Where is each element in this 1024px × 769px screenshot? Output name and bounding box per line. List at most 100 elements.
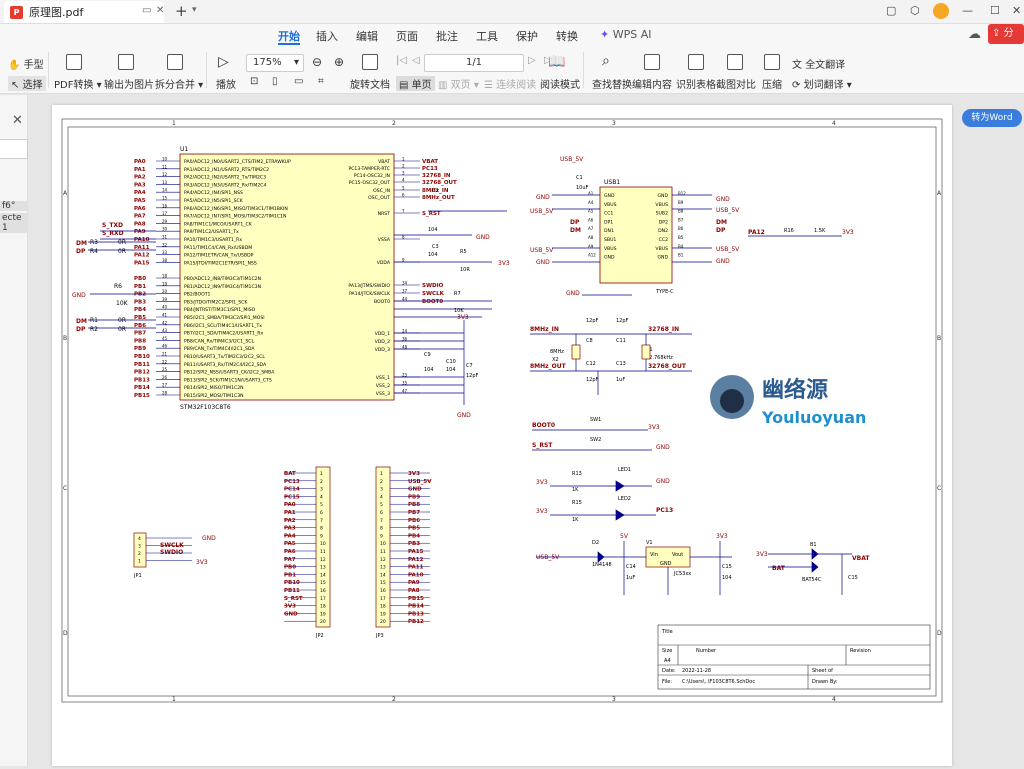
mcu-pin-net: PC13: [422, 166, 438, 172]
split-merge-button[interactable]: 拆分合并 ▾: [155, 76, 203, 91]
zoom-in-icon[interactable]: ⊕: [334, 55, 344, 69]
usb-pin-label: VBUS: [655, 246, 668, 252]
prev-page-icon[interactable]: ◁: [412, 55, 420, 66]
crop-compare-button[interactable]: 截图对比: [716, 76, 756, 91]
menu-page[interactable]: 页面: [396, 28, 418, 44]
usb-pin-label: GND: [657, 193, 668, 199]
sidebar-search-input[interactable]: [0, 139, 28, 159]
cap-c11-val: 12pF: [586, 377, 599, 383]
res-r3-val: 0R: [118, 239, 126, 246]
menu-annotate[interactable]: 批注: [436, 28, 458, 44]
sidebar-item[interactable]: ecte 1: [0, 213, 28, 233]
convert-to-word-button[interactable]: 转为Word: [962, 109, 1022, 127]
window-list-icon[interactable]: ▢: [886, 4, 896, 17]
menu-home[interactable]: 开始: [278, 28, 300, 44]
rotate-button[interactable]: 旋转文档: [350, 76, 390, 91]
net-s-txd: S_TXD: [102, 222, 123, 229]
crop-icon[interactable]: ⌗: [318, 76, 324, 87]
minimize-icon[interactable]: —: [962, 4, 973, 17]
read-mode-button[interactable]: 阅读模式: [540, 76, 580, 91]
menu-tools[interactable]: 工具: [476, 28, 498, 44]
close-window-icon[interactable]: ✕: [1012, 4, 1021, 17]
mcu-pin-function: PB1/ADC12_IN9/TIM3C4/TIM1C3N: [184, 284, 261, 290]
next-page-icon[interactable]: ▷: [528, 55, 536, 66]
cap-c6-val: 104: [424, 367, 434, 373]
document-viewport[interactable]: 11223344AABBCCDD U1 STM32F103C8T6 PA0 10 P…: [28, 95, 1024, 766]
double-page-button[interactable]: ▥ 双页 ▾: [438, 76, 479, 91]
mcu-pin-net: SWDIO: [422, 283, 444, 289]
edit-content-icon: [644, 54, 660, 70]
document-tab[interactable]: P 原理图.pdf ▭ ✕: [4, 1, 164, 23]
first-page-icon[interactable]: |◁: [396, 55, 407, 66]
edit-content-button[interactable]: 编辑内容: [632, 76, 672, 91]
jp2-pin-number: 18: [320, 604, 326, 610]
table-recognize-icon: [688, 54, 704, 70]
pdf-convert-button[interactable]: PDF转换 ▾: [54, 76, 102, 91]
find-replace-button[interactable]: 查找替换: [592, 76, 632, 91]
led2-ref: LED2: [618, 496, 631, 502]
usb-dm: DM: [570, 227, 581, 234]
pdf-file-icon: P: [10, 5, 23, 19]
zoom-out-icon[interactable]: ⊖: [312, 55, 322, 69]
cube-icon[interactable]: ⬡: [910, 4, 920, 17]
frame-col-label: 1: [172, 696, 176, 703]
close-icon[interactable]: ✕: [12, 113, 23, 128]
mcu-pin-net: PB11: [134, 362, 150, 368]
close-tab-icon[interactable]: ✕: [156, 5, 164, 16]
menu-insert[interactable]: 插入: [316, 28, 338, 44]
menu-convert[interactable]: 转换: [556, 28, 578, 44]
select-tool-button[interactable]: ↖ 选择: [8, 76, 46, 91]
tb-sheet: Sheet of: [812, 668, 833, 674]
mcu-pin-function: PB11/USART3_Rx/TIM2C4/I2C2_SDA: [184, 362, 267, 368]
identify-table-button[interactable]: 识别表格: [676, 76, 716, 91]
actual-size-icon[interactable]: ⊡: [250, 76, 258, 87]
share-button[interactable]: ⇪ 分: [988, 24, 1024, 44]
wps-ai-button[interactable]: ✦ WPS AI: [600, 28, 651, 41]
mcu-pin-function: VDD_3: [375, 347, 391, 353]
word-translate-button[interactable]: ⟳ 划词翻译 ▾: [792, 76, 852, 91]
export-image-button[interactable]: 输出为图片: [104, 76, 154, 91]
maximize-icon[interactable]: ☐: [990, 4, 1000, 17]
sw1-net: BOOT0: [532, 422, 555, 429]
fit-page-icon[interactable]: ▯: [272, 76, 278, 87]
mcu-pin-number: 40: [162, 305, 168, 310]
menu-protect[interactable]: 保护: [516, 28, 538, 44]
mcu-pin-function: PA9/TIM1C2/USART1_Tx: [184, 229, 239, 235]
mcu-pin-function: PB15/SPI2_MOSI/TIM1C3N: [184, 393, 244, 399]
fit-width-icon[interactable]: ▭: [294, 76, 303, 87]
play-button[interactable]: 播放: [216, 76, 236, 91]
restore-tab-icon[interactable]: ▭: [142, 5, 151, 16]
mcu-pin-function: OSC_IN: [373, 188, 390, 194]
mcu-pin-net: PA8: [134, 221, 146, 227]
sw2-gnd: GND: [656, 444, 670, 451]
cap-c15: C15: [848, 575, 858, 581]
frame-row-label: B: [63, 335, 67, 342]
menu-edit[interactable]: 编辑: [356, 28, 378, 44]
active-menu-underline: [278, 43, 300, 45]
compress-button[interactable]: 压缩: [762, 76, 782, 91]
sidebar-item[interactable]: f6°: [0, 201, 28, 211]
full-translate-button[interactable]: 文 全文翻译: [792, 56, 845, 71]
jp3-pin-number: 13: [380, 565, 386, 571]
res-r16: R16: [784, 228, 794, 234]
hand-tool-button[interactable]: ✋ 手型: [8, 56, 44, 71]
tab-list-chevron-icon[interactable]: ▾: [192, 5, 197, 15]
jp2-pin-number: 11: [320, 549, 326, 555]
mcu-pin-function: PC14-OSC32_IN: [354, 173, 390, 179]
mcu-pin-function: PA13/JTMS/SWDIO: [348, 283, 390, 289]
jp2-pin-number: 19: [320, 611, 326, 617]
page-number-input[interactable]: 1/1: [424, 54, 524, 72]
cloud-upload-icon[interactable]: ☁: [968, 27, 981, 42]
jp2-pin-number: 1: [320, 471, 323, 477]
new-tab-icon[interactable]: +: [175, 2, 188, 20]
jp3-net: PB7: [408, 510, 420, 516]
mcu-pin-function: PA0/ADC12_IN0/USART2_CTS/TIM2_ETRAWKUP: [184, 159, 291, 165]
usb-gnd-left2: GND: [536, 259, 550, 266]
zoom-select[interactable]: 175% ▾: [246, 54, 304, 72]
hand-icon: ✋: [8, 60, 21, 71]
usb-pin-label: VBUS: [604, 202, 617, 208]
single-page-button[interactable]: ▤ 单页: [396, 76, 435, 91]
cap-c12-val: 1uF: [616, 377, 625, 383]
avatar[interactable]: [933, 3, 949, 19]
continuous-read-button[interactable]: ☰ 连续阅读: [484, 76, 536, 91]
